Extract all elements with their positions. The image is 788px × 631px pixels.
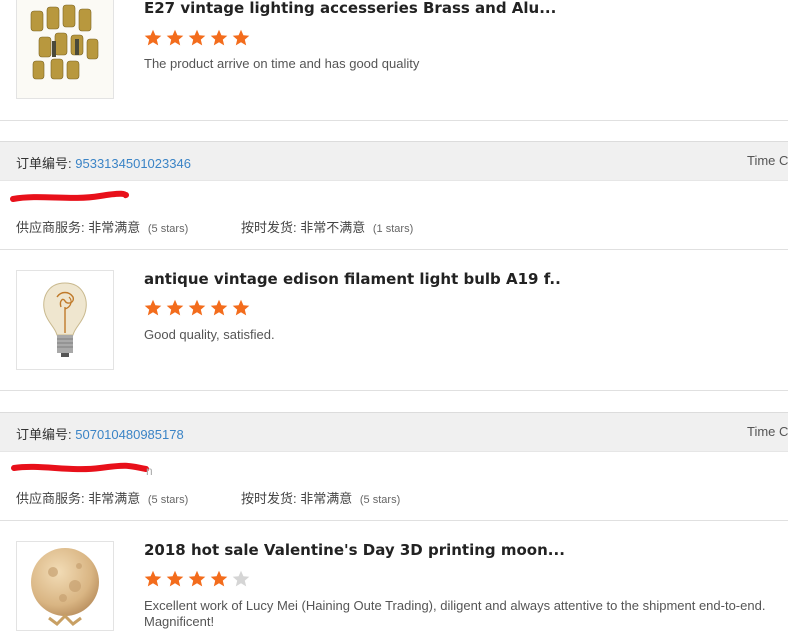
order-number-link[interactable]: 507010480985178: [75, 427, 183, 442]
on-time-shipping-value: 非常满意: [300, 491, 353, 506]
on-time-shipping-rating: 按时发货: 非常满意 (5 stars): [241, 488, 400, 507]
divider: [0, 249, 788, 250]
buyer-name-partial: n: [146, 464, 153, 478]
review-text: Excellent work of Lucy Mei (Haining Oute…: [144, 598, 766, 613]
star-filled-icon: [188, 29, 206, 46]
order-number-link[interactable]: 9533134501023346: [75, 156, 191, 171]
star-filled-icon: [166, 29, 184, 46]
divider: [0, 120, 788, 121]
supplier-service-label: 供应商服务:: [16, 220, 85, 235]
star-filled-icon: [210, 29, 228, 46]
redaction-mark: [10, 190, 129, 202]
star-filled-icon: [144, 570, 162, 587]
star-filled-icon: [166, 570, 184, 587]
order-time-label: Time C: [747, 424, 788, 439]
order-number-label: 订单编号:: [16, 427, 72, 442]
star-filled-icon: [144, 299, 162, 316]
on-time-shipping-label: 按时发货:: [241, 220, 297, 235]
supplier-service-stars: (5 stars): [147, 223, 189, 235]
star-filled-icon: [144, 29, 162, 46]
star-filled-icon: [232, 299, 250, 316]
star-filled-icon: [210, 570, 228, 587]
supplier-service-label: 供应商服务:: [16, 491, 85, 506]
order-time-label: Time C: [747, 153, 788, 168]
order-header: 订单编号: 9533134501023346 Time C: [0, 141, 788, 181]
rating-stars: [144, 29, 250, 47]
review-text: Good quality, satisfied.: [144, 327, 275, 342]
star-filled-icon: [232, 29, 250, 46]
product-title[interactable]: 2018 hot sale Valentine's Day 3D printin…: [144, 541, 565, 559]
rating-stars: [144, 299, 250, 317]
on-time-shipping-stars: (1 stars): [372, 223, 414, 235]
star-filled-icon: [210, 299, 228, 316]
on-time-shipping-label: 按时发货:: [241, 491, 297, 506]
star-empty-icon: [232, 570, 250, 587]
divider: [0, 390, 788, 391]
product-title[interactable]: antique vintage edison filament light bu…: [144, 270, 561, 288]
divider: [0, 520, 788, 521]
on-time-shipping-value: 非常不满意: [300, 220, 366, 235]
star-filled-icon: [188, 299, 206, 316]
star-filled-icon: [166, 299, 184, 316]
supplier-service-rating: 供应商服务: 非常满意 (5 stars): [16, 217, 188, 236]
on-time-shipping-rating: 按时发货: 非常不满意 (1 stars): [241, 217, 413, 236]
supplier-service-stars: (5 stars): [147, 494, 189, 506]
supplier-service-value: 非常满意: [88, 220, 141, 235]
supplier-service-rating: 供应商服务: 非常满意 (5 stars): [16, 488, 188, 507]
product-image-moon-lamp[interactable]: [16, 541, 114, 631]
star-filled-icon: [188, 570, 206, 587]
rating-stars: [144, 570, 250, 588]
order-number-label: 订单编号:: [16, 156, 72, 171]
redaction-mark: [11, 462, 149, 473]
product-image-edison-bulb[interactable]: [16, 270, 114, 370]
order-header: 订单编号: 507010480985178 Time C: [0, 412, 788, 452]
product-title[interactable]: E27 vintage lighting accesseries Brass a…: [144, 0, 556, 17]
on-time-shipping-stars: (5 stars): [359, 494, 401, 506]
product-image-brass-sockets[interactable]: [16, 0, 114, 99]
supplier-service-value: 非常满意: [88, 491, 141, 506]
review-text: The product arrive on time and has good …: [144, 56, 420, 71]
